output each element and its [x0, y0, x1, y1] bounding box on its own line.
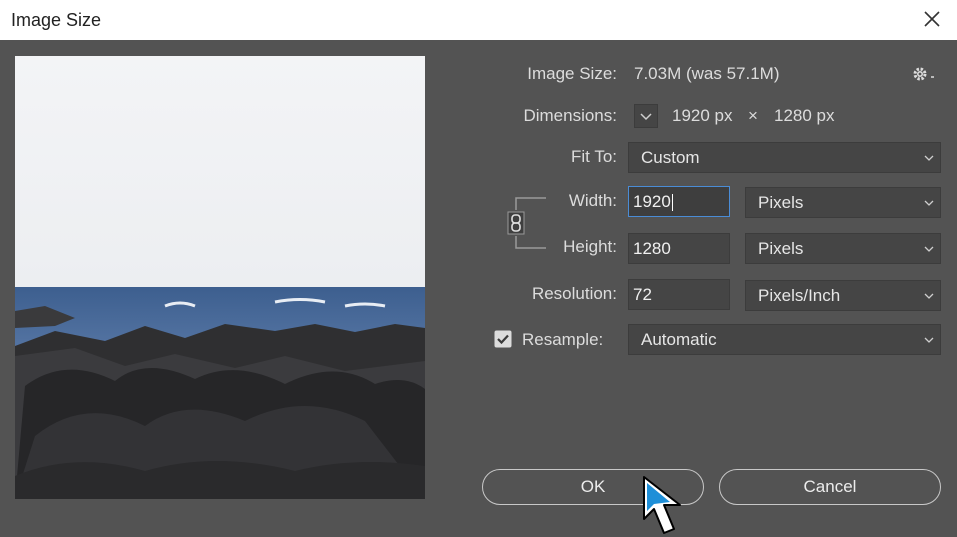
dimension-height: 1280 px: [774, 106, 835, 125]
width-value: 1920: [633, 192, 671, 211]
height-value: 1280: [633, 239, 671, 258]
image-size-value: 7.03M (was 57.1M): [634, 64, 780, 83]
preview-photo: [15, 56, 425, 499]
fit-to-label: Fit To:: [571, 147, 617, 166]
resample-value: Automatic: [641, 330, 717, 349]
resolution-label: Resolution:: [531, 284, 617, 303]
height-label: Height:: [563, 237, 617, 256]
resample-select[interactable]: Automatic: [628, 324, 941, 355]
height-input[interactable]: 1280: [628, 233, 730, 264]
chevron-down-icon: [924, 293, 934, 299]
dimension-width: 1920 px: [672, 106, 733, 125]
width-label: Width:: [568, 191, 617, 210]
resample-checkbox[interactable]: [494, 330, 512, 348]
cursor-icon: [643, 476, 681, 534]
resolution-unit-select[interactable]: Pixels/Inch: [745, 280, 941, 311]
dialog-title: Image Size: [11, 10, 102, 30]
resolution-input[interactable]: 72: [628, 279, 730, 310]
height-unit-value: Pixels: [758, 239, 804, 258]
gear-icon[interactable]: [911, 65, 937, 83]
width-unit-select[interactable]: Pixels: [745, 187, 941, 218]
cancel-button[interactable]: Cancel: [719, 469, 941, 505]
image-size-label: Image Size:: [527, 64, 617, 83]
resolution-value: 72: [633, 285, 652, 304]
title-bar: Image Size: [0, 0, 957, 40]
chevron-down-icon: [640, 113, 652, 121]
width-input[interactable]: 1920: [628, 186, 730, 217]
dimension-times: ×: [748, 106, 758, 125]
image-preview[interactable]: [15, 56, 425, 499]
dimensions-label: Dimensions:: [523, 106, 617, 125]
close-icon[interactable]: [917, 4, 947, 34]
chevron-down-icon: [924, 155, 934, 161]
chevron-down-icon: [924, 246, 934, 252]
text-caret: [671, 194, 673, 212]
height-unit-select[interactable]: Pixels: [745, 233, 941, 264]
width-unit-value: Pixels: [758, 193, 804, 212]
fit-to-select[interactable]: Custom: [628, 142, 941, 173]
resample-label: Resample:: [522, 330, 604, 349]
chevron-down-icon: [924, 337, 934, 343]
fit-to-value: Custom: [641, 148, 700, 167]
chevron-down-icon: [924, 200, 934, 206]
dimensions-dropdown[interactable]: [634, 104, 658, 128]
resolution-unit-value: Pixels/Inch: [758, 286, 841, 305]
